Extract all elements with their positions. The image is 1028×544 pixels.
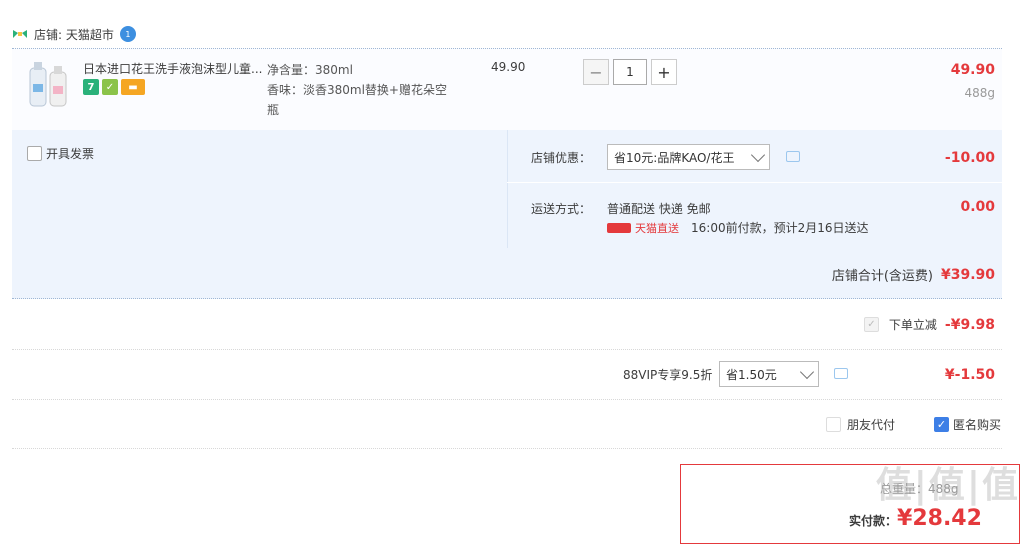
anonymous-option[interactable]: ✓ 匿名购买 — [934, 416, 1001, 433]
product-title[interactable]: 日本进口花王洗手液泡沫型儿童... — [83, 60, 262, 77]
separator — [12, 399, 1002, 400]
tmall-direct-badge: 天猫直送 — [607, 220, 679, 236]
shop-total-label: 店铺合计(含运费) — [831, 269, 933, 284]
shop-header: 店铺: 天猫超市 1 — [12, 24, 136, 44]
message-icon[interactable] — [786, 151, 800, 162]
anonymous-label: 匿名购买 — [953, 418, 1002, 432]
unit-price: 49.90 — [491, 60, 526, 74]
tmall-shop-icon — [13, 30, 27, 38]
vip-label: 88VIP专享9.5折 — [623, 368, 713, 382]
friend-pay-label: 朋友代付 — [847, 418, 896, 432]
item-weight: 488g — [964, 86, 995, 100]
friend-pay-checkbox[interactable] — [826, 417, 841, 432]
chevron-down-icon — [799, 364, 815, 379]
actual-payment-label: 实付款： — [849, 514, 898, 528]
shop-discount-value: -10.00 — [944, 150, 995, 166]
shipping-method: 普通配送 快递 免邮 — [607, 202, 711, 216]
spec-scent-cont: 瓶 — [267, 103, 280, 117]
friend-pay-option[interactable]: 朋友代付 — [826, 416, 895, 433]
invoice-option[interactable]: 开具发票 — [27, 145, 94, 162]
separator — [12, 448, 1002, 449]
message-icon[interactable] — [834, 368, 848, 379]
quantity-input[interactable]: 1 — [613, 59, 647, 85]
shop-total: 店铺合计(含运费) ¥39.90 — [831, 265, 995, 285]
invoice-checkbox[interactable] — [27, 146, 42, 161]
separator — [12, 349, 1002, 350]
product-thumbnail[interactable] — [26, 58, 70, 110]
quantity-increase-button[interactable]: + — [651, 59, 677, 85]
tmall-logo-icon — [607, 222, 631, 233]
shop-discount-selected: 省10元:品牌KAO/花王 — [614, 150, 735, 165]
tmall-direct-label: 天猫直送 — [635, 221, 679, 235]
order-discount-value: -¥9.98 — [944, 316, 995, 333]
wangwang-chat-icon[interactable]: 1 — [119, 26, 136, 42]
shipping-eta-row: 天猫直送 16:00前付款，预计2月16日送达 — [607, 219, 869, 236]
watermark-logo: 值|值|值 — [875, 465, 1020, 506]
actual-payment: 实付款： ¥28.42 — [849, 506, 982, 531]
guarantee-icon: ✓ — [102, 79, 118, 95]
vip-discount-select[interactable]: 省1.50元 — [719, 361, 819, 387]
item-subtotal: 49.90 — [950, 62, 995, 78]
spec-volume: 净含量：380ml — [267, 63, 353, 77]
service-divider — [507, 182, 1002, 183]
spec-scent: 香味：淡香380ml替换+赠花朵空 — [267, 83, 447, 97]
vip-discount-value: ¥-1.50 — [944, 367, 995, 383]
quantity-stepper: − 1 + — [583, 59, 677, 85]
shipping-label: 运送方式： — [531, 202, 592, 216]
order-discount: ✓ 下单立减 -¥9.98 — [863, 316, 995, 333]
shop-name[interactable]: 店铺: 天猫超市 — [34, 26, 114, 43]
shop-discount-label: 店铺优惠： — [531, 151, 592, 165]
shop-total-value: ¥39.90 — [940, 266, 995, 283]
shipping-fee: 0.00 — [960, 199, 995, 215]
quantity-decrease-button[interactable]: − — [583, 59, 609, 85]
anonymous-checkbox[interactable]: ✓ — [934, 417, 949, 432]
shop-discount-select[interactable]: 省10元:品牌KAO/花王 — [607, 144, 770, 170]
chevron-down-icon — [750, 147, 766, 162]
invoice-label: 开具发票 — [46, 147, 95, 161]
order-discount-checkbox: ✓ — [863, 317, 879, 332]
order-discount-label: 下单立减 — [888, 318, 937, 332]
credit-card-icon: ▬ — [121, 79, 145, 95]
shipping-eta: 16:00前付款，预计2月16日送达 — [691, 221, 869, 235]
product-service-tags: 7 ✓ ▬ — [83, 79, 145, 95]
actual-payment-amount: ¥28.42 — [897, 506, 982, 531]
vip-discount-selected: 省1.50元 — [726, 367, 777, 382]
seven-day-return-icon: 7 — [83, 79, 99, 95]
